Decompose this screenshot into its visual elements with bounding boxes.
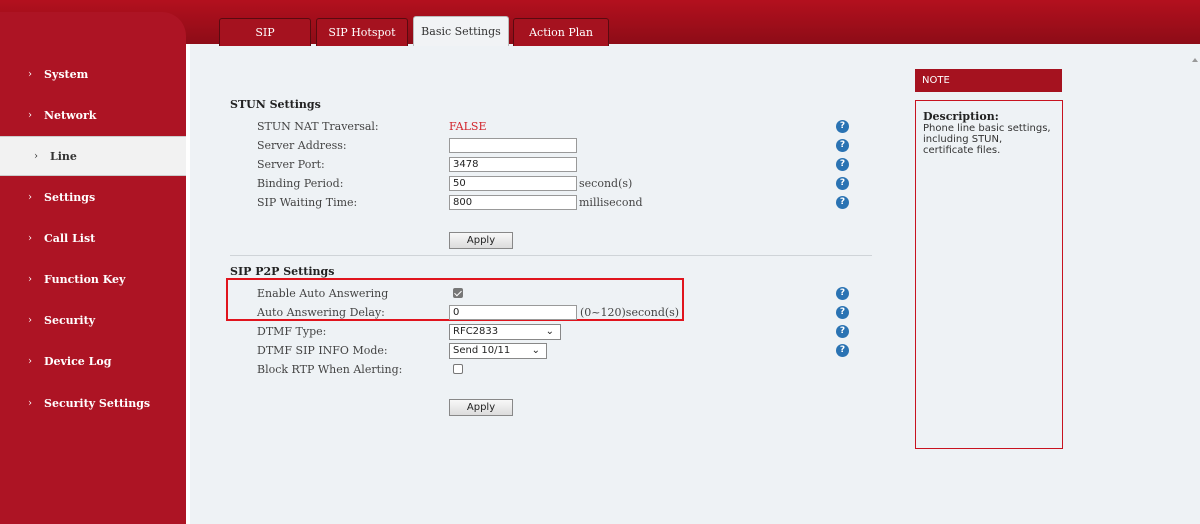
sidebar-item-label: Security Settings — [44, 396, 151, 410]
help-icon[interactable]: ? — [836, 344, 849, 357]
sidebar-item-label: Function Key — [44, 272, 126, 286]
chevron-down-icon: ⌄ — [531, 345, 540, 356]
sip-waiting-time-unit: millisecond — [579, 196, 643, 209]
help-icon[interactable]: ? — [836, 306, 849, 319]
section-divider — [230, 255, 872, 256]
block-rtp-label: Block RTP When Alerting: — [257, 363, 403, 376]
sidebar-item-settings[interactable]: › Settings — [0, 179, 186, 215]
tab-label: Action Plan — [529, 26, 593, 39]
tab-label: SIP — [255, 26, 275, 39]
binding-period-input[interactable]: 50 — [449, 176, 577, 191]
chevron-right-icon: › — [28, 109, 32, 121]
chevron-right-icon: › — [28, 68, 32, 80]
chevron-right-icon: › — [34, 150, 38, 162]
chevron-down-icon: ⌄ — [545, 326, 554, 337]
chevron-right-icon: › — [28, 355, 32, 367]
help-icon[interactable]: ? — [836, 139, 849, 152]
note-panel: Description: Phone line basic settings, … — [915, 100, 1063, 449]
auto-answering-delay-unit: (0~120)second(s) — [580, 306, 680, 319]
sidebar-item-call-list[interactable]: › Call List — [0, 220, 186, 256]
enable-auto-answering-label: Enable Auto Answering — [257, 287, 389, 300]
help-icon[interactable]: ? — [836, 158, 849, 171]
help-icon[interactable]: ? — [836, 196, 849, 209]
sidebar-item-network[interactable]: › Network — [0, 97, 186, 133]
scrollbar-up-arrow[interactable] — [1192, 58, 1198, 62]
chevron-right-icon: › — [28, 397, 32, 409]
sidebar-item-security-settings[interactable]: › Security Settings — [0, 385, 186, 421]
tab-sip-hotspot[interactable]: SIP Hotspot — [316, 18, 408, 46]
server-address-input[interactable] — [449, 138, 577, 153]
sidebar-item-device-log[interactable]: › Device Log — [0, 343, 186, 379]
help-icon[interactable]: ? — [836, 120, 849, 133]
dtmf-sip-info-mode-label: DTMF SIP INFO Mode: — [257, 344, 388, 357]
chevron-right-icon: › — [28, 232, 32, 244]
sidebar-item-label: Network — [44, 108, 97, 122]
dtmf-sip-info-mode-select[interactable]: Send 10/11 ⌄ — [449, 343, 547, 359]
help-icon[interactable]: ? — [836, 177, 849, 190]
tab-sip[interactable]: SIP — [219, 18, 311, 46]
chevron-right-icon: › — [28, 273, 32, 285]
binding-period-unit: second(s) — [579, 177, 633, 190]
sip-waiting-time-input[interactable]: 800 — [449, 195, 577, 210]
help-icon[interactable]: ? — [836, 325, 849, 338]
sidebar-item-label: Call List — [44, 231, 96, 245]
p2p-apply-button[interactable]: Apply — [449, 399, 513, 416]
note-title: Description: — [923, 110, 999, 123]
enable-auto-answering-checkbox[interactable] — [453, 288, 463, 298]
server-port-label: Server Port: — [257, 158, 325, 171]
note-header: NOTE — [915, 69, 1062, 92]
tab-label: Basic Settings — [421, 25, 501, 38]
sidebar-item-label: System — [44, 67, 89, 81]
dtmf-type-value: RFC2833 — [453, 326, 499, 337]
sip-p2p-settings-title: SIP P2P Settings — [230, 265, 335, 278]
help-icon[interactable]: ? — [836, 287, 849, 300]
sip-waiting-time-label: SIP Waiting Time: — [257, 196, 358, 209]
sidebar-item-function-key[interactable]: › Function Key — [0, 261, 186, 297]
auto-answering-delay-input[interactable]: 0 — [449, 305, 577, 320]
tab-label: SIP Hotspot — [328, 26, 396, 39]
server-address-label: Server Address: — [257, 139, 347, 152]
note-description: Phone line basic settings, including STU… — [923, 123, 1051, 156]
chevron-right-icon: › — [28, 314, 32, 326]
stun-nat-traversal-label: STUN NAT Traversal: — [257, 120, 379, 133]
sidebar-item-label: Line — [50, 149, 77, 163]
sidebar: › System › Network › Line › Settings › C… — [0, 12, 186, 524]
block-rtp-checkbox[interactable] — [453, 364, 463, 374]
server-port-input[interactable]: 3478 — [449, 157, 577, 172]
sidebar-item-security[interactable]: › Security — [0, 302, 186, 338]
dtmf-type-label: DTMF Type: — [257, 325, 327, 338]
stun-settings-title: STUN Settings — [230, 98, 321, 111]
tab-basic-settings[interactable]: Basic Settings — [413, 16, 509, 46]
stun-apply-button[interactable]: Apply — [449, 232, 513, 249]
sidebar-item-line[interactable]: › Line — [0, 136, 186, 176]
chevron-right-icon: › — [28, 191, 32, 203]
sidebar-item-system[interactable]: › System — [0, 56, 186, 92]
sidebar-item-label: Device Log — [44, 354, 112, 368]
stun-nat-traversal-value: FALSE — [449, 120, 487, 133]
tab-action-plan[interactable]: Action Plan — [513, 18, 609, 46]
dtmf-sip-info-mode-value: Send 10/11 — [453, 345, 511, 356]
auto-answering-delay-label: Auto Answering Delay: — [257, 306, 385, 319]
sidebar-item-label: Settings — [44, 190, 96, 204]
dtmf-type-select[interactable]: RFC2833 ⌄ — [449, 324, 561, 340]
binding-period-label: Binding Period: — [257, 177, 344, 190]
sidebar-item-label: Security — [44, 313, 96, 327]
